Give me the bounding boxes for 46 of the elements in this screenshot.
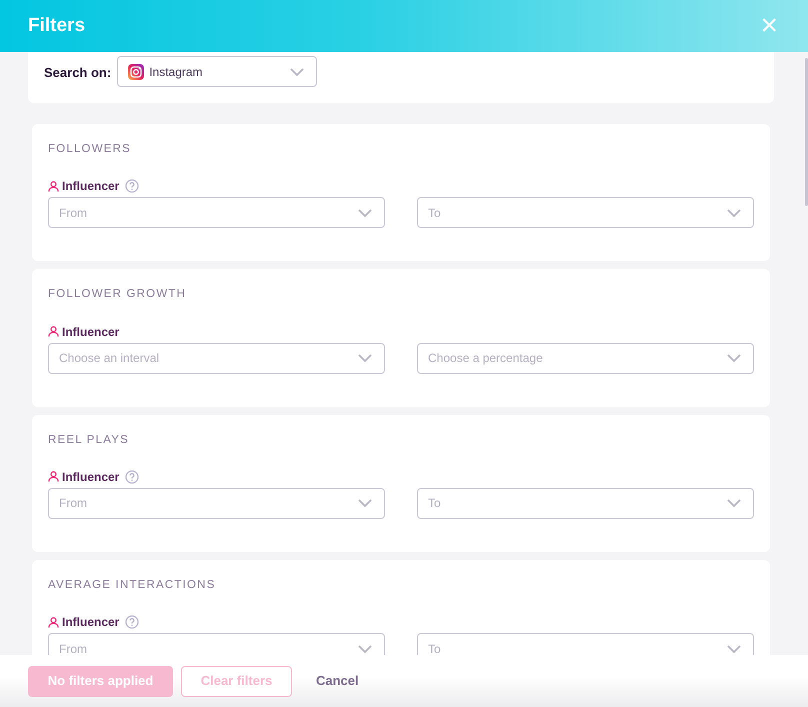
section-title: FOLLOWER GROWTH — [48, 287, 188, 302]
camera-app-icon — [128, 64, 144, 80]
close-button[interactable]: × — [760, 11, 778, 41]
select-field[interactable]: Choose an interval — [48, 342, 385, 374]
help-icon[interactable] — [125, 615, 140, 629]
person-icon — [48, 471, 59, 482]
field-label: Influencer — [62, 178, 120, 196]
scrollbar-thumb[interactable] — [805, 58, 808, 206]
platform-select[interactable]: Instagram — [117, 56, 318, 87]
chevron-down-icon — [358, 354, 372, 362]
field-label: Influencer — [62, 614, 120, 631]
field-label: Influencer — [62, 324, 120, 340]
dialog-title: Filters — [28, 14, 86, 38]
chevron-down-icon — [727, 644, 741, 652]
select-placeholder: To — [428, 640, 442, 658]
select-field[interactable]: To — [417, 197, 754, 228]
chevron-down-icon — [727, 354, 741, 362]
cancel-button[interactable]: Cancel — [300, 666, 375, 696]
section-title: REEL PLAYS — [48, 432, 130, 448]
select-placeholder: From — [59, 640, 88, 658]
select-placeholder: From — [59, 495, 88, 512]
select-field[interactable]: To — [417, 488, 754, 519]
select-placeholder: To — [428, 204, 442, 222]
person-icon — [48, 616, 59, 628]
section-title: AVERAGE INTERACTIONS — [48, 578, 217, 593]
select-placeholder: Choose an interval — [59, 350, 160, 367]
search-label: Search on: — [44, 64, 112, 82]
field-label: Influencer — [62, 468, 120, 486]
chevron-down-icon — [358, 644, 372, 652]
chevron-down-icon — [727, 208, 741, 217]
select-placeholder: Choose a percentage — [428, 350, 544, 367]
select-field[interactable]: From — [48, 197, 385, 228]
chevron-down-icon — [290, 68, 304, 76]
help-icon[interactable] — [125, 470, 140, 484]
select-field[interactable]: Choose a percentage — [417, 342, 754, 374]
select-field[interactable]: From — [48, 488, 385, 519]
help-icon[interactable] — [125, 179, 140, 194]
platform-value: Instagram — [149, 64, 204, 80]
chevron-down-icon — [358, 499, 372, 508]
chevron-down-icon — [727, 499, 741, 508]
person-icon — [48, 326, 59, 337]
person-icon — [48, 180, 59, 192]
select-placeholder: From — [59, 204, 88, 222]
section-title: FOLLOWERS — [48, 142, 132, 157]
chevron-down-icon — [358, 208, 372, 217]
select-placeholder: To — [428, 495, 442, 512]
